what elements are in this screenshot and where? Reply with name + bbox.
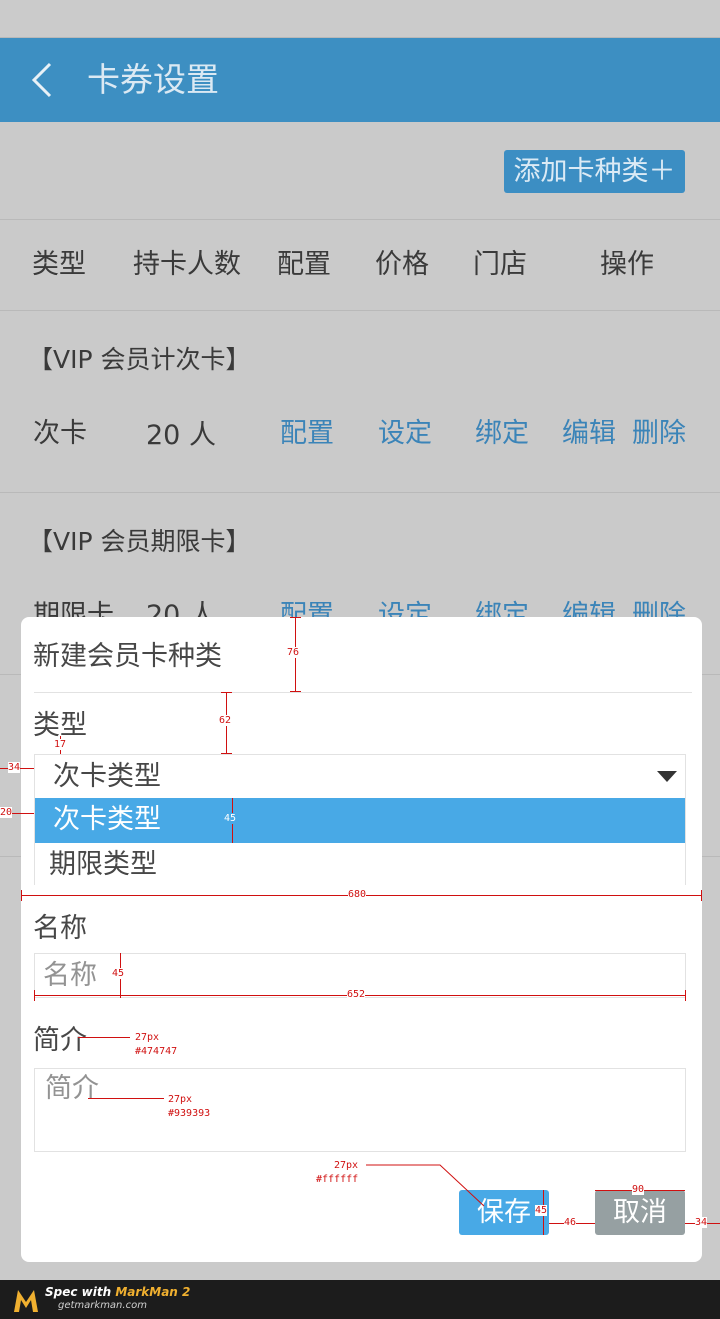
chevron-left-icon[interactable] xyxy=(28,60,56,100)
spec-line xyxy=(221,753,232,754)
app-header: 卡券设置 xyxy=(0,38,720,122)
column-header-actions: 操作 xyxy=(600,249,654,280)
spec-label: #939393 xyxy=(168,1108,211,1119)
markman-url: getmarkman.com xyxy=(58,1300,147,1311)
column-header-type: 类型 xyxy=(32,249,86,280)
spec-label: 46 xyxy=(564,1217,577,1228)
name-label: 名称 xyxy=(33,913,87,944)
spec-label: 76 xyxy=(287,647,300,658)
spec-label: 20 xyxy=(0,807,13,818)
spec-line xyxy=(88,1098,164,1099)
card-type-cell: 次卡 xyxy=(33,418,87,449)
markman-prefix: Spec with xyxy=(45,1285,116,1299)
spec-line xyxy=(221,692,232,693)
status-bar xyxy=(0,0,720,38)
card-name: 【VIP 会员计次卡】 xyxy=(28,345,251,374)
edit-link[interactable]: 编辑 xyxy=(562,414,616,454)
spec-line xyxy=(78,1037,130,1038)
page-title: 卡券设置 xyxy=(87,60,219,99)
dialog-divider xyxy=(34,692,692,693)
bind-link[interactable]: 绑定 xyxy=(475,414,529,454)
spec-label: 17 xyxy=(54,739,67,750)
spec-line xyxy=(701,890,702,901)
spec-label: 34 xyxy=(695,1217,708,1228)
config-link[interactable]: 配置 xyxy=(280,414,334,454)
spec-line xyxy=(290,617,301,618)
spec-label: 27px xyxy=(168,1094,193,1105)
dialog-title: 新建会员卡种类 xyxy=(33,641,222,672)
type-select-value: 次卡类型 xyxy=(53,761,161,792)
spec-label: 27px xyxy=(334,1160,359,1171)
type-select[interactable]: 次卡类型 xyxy=(34,754,686,799)
intro-textarea[interactable] xyxy=(35,1069,685,1151)
markman-tagline: Spec with MarkMan 2 xyxy=(45,1285,190,1299)
column-header-config: 配置 xyxy=(277,249,331,280)
column-header-holders: 持卡人数 xyxy=(133,249,241,280)
spec-label: #474747 xyxy=(135,1046,178,1057)
column-header-store: 门店 xyxy=(473,249,527,280)
divider xyxy=(0,219,720,220)
divider xyxy=(0,492,720,493)
spec-label: 45 xyxy=(112,968,125,979)
spec-leader-line xyxy=(366,1164,485,1207)
spec-line xyxy=(290,691,301,692)
type-option[interactable]: 次卡类型 xyxy=(35,798,685,843)
markman-footer: Spec with MarkMan 2 getmarkman.com xyxy=(0,1280,720,1319)
card-name: 【VIP 会员期限卡】 xyxy=(28,527,251,556)
set-link[interactable]: 设定 xyxy=(378,414,432,454)
spec-label: 90 xyxy=(632,1184,645,1195)
intro-label: 简介 xyxy=(33,1025,87,1056)
caret-down-icon xyxy=(657,771,677,782)
add-card-type-button[interactable]: 添加卡种类＋ xyxy=(504,150,685,193)
intro-textarea-box xyxy=(34,1068,686,1152)
spec-line xyxy=(34,990,35,1001)
card-holders-cell: 20 人 xyxy=(146,420,216,451)
spec-label: 45 xyxy=(535,1205,548,1216)
spec-label: 652 xyxy=(347,989,366,1000)
type-option[interactable]: 期限类型 xyxy=(35,843,685,888)
spec-label: #ffffff xyxy=(316,1174,359,1185)
column-header-price: 价格 xyxy=(375,249,429,280)
cancel-button[interactable]: 取消 xyxy=(595,1190,685,1235)
spec-label: 45 xyxy=(224,813,237,824)
spec-label: 34 xyxy=(8,762,21,773)
spec-label: 62 xyxy=(219,715,232,726)
spec-label: 27px xyxy=(135,1032,160,1043)
type-options-list: 次卡类型 期限类型 xyxy=(34,798,686,885)
spec-label: 680 xyxy=(348,889,367,900)
delete-link[interactable]: 删除 xyxy=(632,414,686,454)
spec-line xyxy=(685,990,686,1001)
divider xyxy=(0,310,720,311)
markman-logo-icon xyxy=(14,1290,38,1312)
spec-line xyxy=(21,890,22,901)
markman-brand: MarkMan 2 xyxy=(115,1285,191,1299)
